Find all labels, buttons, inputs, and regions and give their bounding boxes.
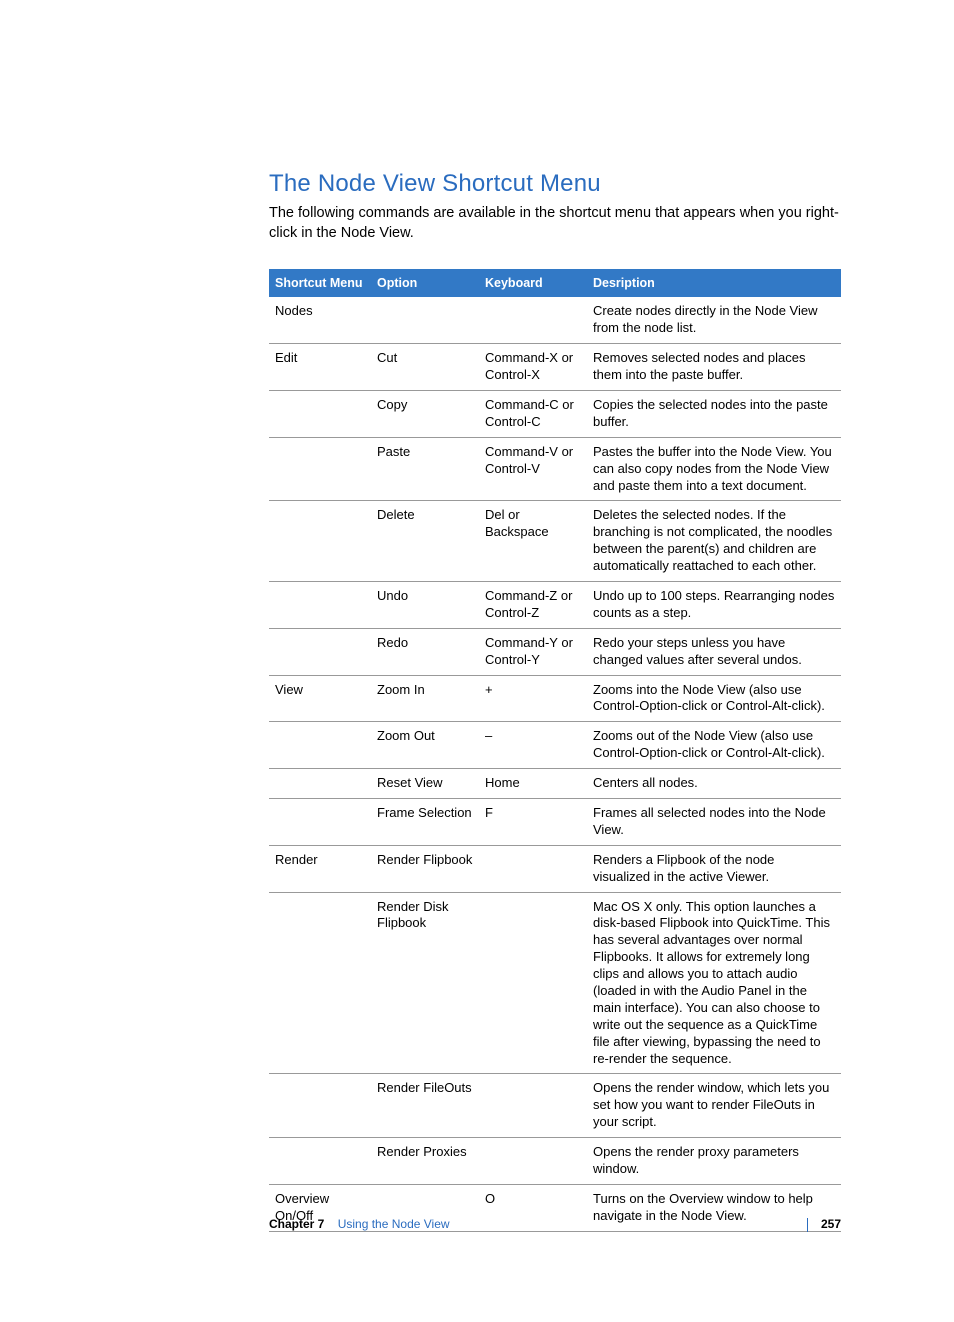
cell-option: Paste <box>371 437 479 501</box>
cell-keyboard <box>479 845 587 892</box>
table-row: Render Proxies Opens the render proxy par… <box>269 1138 841 1185</box>
cell-keyboard <box>479 892 587 1074</box>
cell-menu <box>269 722 371 769</box>
cell-keyboard: F <box>479 798 587 845</box>
table-row: Render FileOuts Opens the render window, … <box>269 1074 841 1138</box>
cell-option: Cut <box>371 344 479 391</box>
table-row: RenderRender Flipbook Renders a Flipbook … <box>269 845 841 892</box>
cell-option: Render FileOuts <box>371 1074 479 1138</box>
cell-option: Render Proxies <box>371 1138 479 1185</box>
cell-option: Redo <box>371 628 479 675</box>
cell-menu <box>269 437 371 501</box>
intro-paragraph: The following commands are available in … <box>269 204 841 243</box>
table-row: RedoCommand-Y or Control-YRedo your step… <box>269 628 841 675</box>
cell-option: Delete <box>371 501 479 582</box>
cell-keyboard <box>479 297 587 343</box>
cell-menu: Nodes <box>269 297 371 343</box>
chapter-label: Chapter 7 <box>269 1217 324 1231</box>
cell-menu <box>269 798 371 845</box>
cell-description: Centers all nodes. <box>587 769 841 799</box>
cell-keyboard: Home <box>479 769 587 799</box>
table-row: Frame SelectionFFrames all selected node… <box>269 798 841 845</box>
cell-menu: Render <box>269 845 371 892</box>
cell-option <box>371 297 479 343</box>
cell-description: Undo up to 100 steps. Rearranging nodes … <box>587 581 841 628</box>
page-footer: Chapter 7 Using the Node View 257 <box>269 1217 841 1232</box>
table-row: DeleteDel or BackspaceDeletes the select… <box>269 501 841 582</box>
cell-keyboard: Command-C or Control-C <box>479 390 587 437</box>
cell-description: Zooms out of the Node View (also use Con… <box>587 722 841 769</box>
cell-option: Frame Selection <box>371 798 479 845</box>
table-row: UndoCommand-Z or Control-ZUndo up to 100… <box>269 581 841 628</box>
cell-description: Removes selected nodes and places them i… <box>587 344 841 391</box>
section-heading: The Node View Shortcut Menu <box>269 170 841 198</box>
cell-description: Zooms into the Node View (also use Contr… <box>587 675 841 722</box>
table-body: Nodes Create nodes directly in the Node V… <box>269 297 841 1231</box>
cell-keyboard <box>479 1138 587 1185</box>
cell-menu <box>269 581 371 628</box>
shortcut-table: Shortcut Menu Option Keyboard Desription… <box>269 269 841 1232</box>
cell-option: Reset View <box>371 769 479 799</box>
cell-keyboard: Command-X or Control-X <box>479 344 587 391</box>
cell-option: Zoom Out <box>371 722 479 769</box>
cell-keyboard: Command-Y or Control-Y <box>479 628 587 675</box>
cell-option: Render Disk Flipbook <box>371 892 479 1074</box>
cell-menu <box>269 501 371 582</box>
cell-keyboard: Command-Z or Control-Z <box>479 581 587 628</box>
cell-menu <box>269 1138 371 1185</box>
cell-menu <box>269 769 371 799</box>
table-row: Reset ViewHomeCenters all nodes. <box>269 769 841 799</box>
cell-description: Redo your steps unless you have changed … <box>587 628 841 675</box>
cell-option: Undo <box>371 581 479 628</box>
table-row: CopyCommand-C or Control-CCopies the sel… <box>269 390 841 437</box>
footer-divider <box>807 1218 808 1232</box>
th-keyboard: Keyboard <box>479 269 587 297</box>
table-row: Zoom Out–Zooms out of the Node View (als… <box>269 722 841 769</box>
document-page: The Node View Shortcut Menu The followin… <box>0 0 954 1322</box>
th-option: Option <box>371 269 479 297</box>
cell-option: Zoom In <box>371 675 479 722</box>
cell-option: Copy <box>371 390 479 437</box>
table-row: Nodes Create nodes directly in the Node V… <box>269 297 841 343</box>
cell-menu <box>269 1074 371 1138</box>
table-row: PasteCommand-V or Control-VPastes the bu… <box>269 437 841 501</box>
cell-description: Deletes the selected nodes. If the branc… <box>587 501 841 582</box>
cell-description: Mac OS X only. This option launches a di… <box>587 892 841 1074</box>
table-row: Render Disk Flipbook Mac OS X only. This … <box>269 892 841 1074</box>
cell-description: Renders a Flipbook of the node visualize… <box>587 845 841 892</box>
cell-description: Opens the render window, which lets you … <box>587 1074 841 1138</box>
cell-keyboard: Command-V or Control-V <box>479 437 587 501</box>
table-header-row: Shortcut Menu Option Keyboard Desription <box>269 269 841 297</box>
page-number: 257 <box>821 1217 841 1231</box>
th-description: Desription <box>587 269 841 297</box>
cell-menu <box>269 892 371 1074</box>
cell-keyboard: Del or Backspace <box>479 501 587 582</box>
cell-description: Pastes the buffer into the Node View. Yo… <box>587 437 841 501</box>
cell-menu <box>269 628 371 675</box>
cell-description: Frames all selected nodes into the Node … <box>587 798 841 845</box>
cell-keyboard <box>479 1074 587 1138</box>
cell-option: Render Flipbook <box>371 845 479 892</box>
footer-right: 257 <box>797 1217 841 1232</box>
table-row: EditCutCommand-X or Control-XRemoves sel… <box>269 344 841 391</box>
cell-description: Opens the render proxy parameters window… <box>587 1138 841 1185</box>
cell-menu: View <box>269 675 371 722</box>
th-shortcut-menu: Shortcut Menu <box>269 269 371 297</box>
footer-left: Chapter 7 Using the Node View <box>269 1217 450 1231</box>
cell-description: Copies the selected nodes into the paste… <box>587 390 841 437</box>
chapter-name: Using the Node View <box>338 1217 450 1231</box>
cell-menu: Edit <box>269 344 371 391</box>
cell-keyboard: + <box>479 675 587 722</box>
cell-description: Create nodes directly in the Node View f… <box>587 297 841 343</box>
cell-keyboard: – <box>479 722 587 769</box>
cell-menu <box>269 390 371 437</box>
table-row: ViewZoom In+Zooms into the Node View (al… <box>269 675 841 722</box>
